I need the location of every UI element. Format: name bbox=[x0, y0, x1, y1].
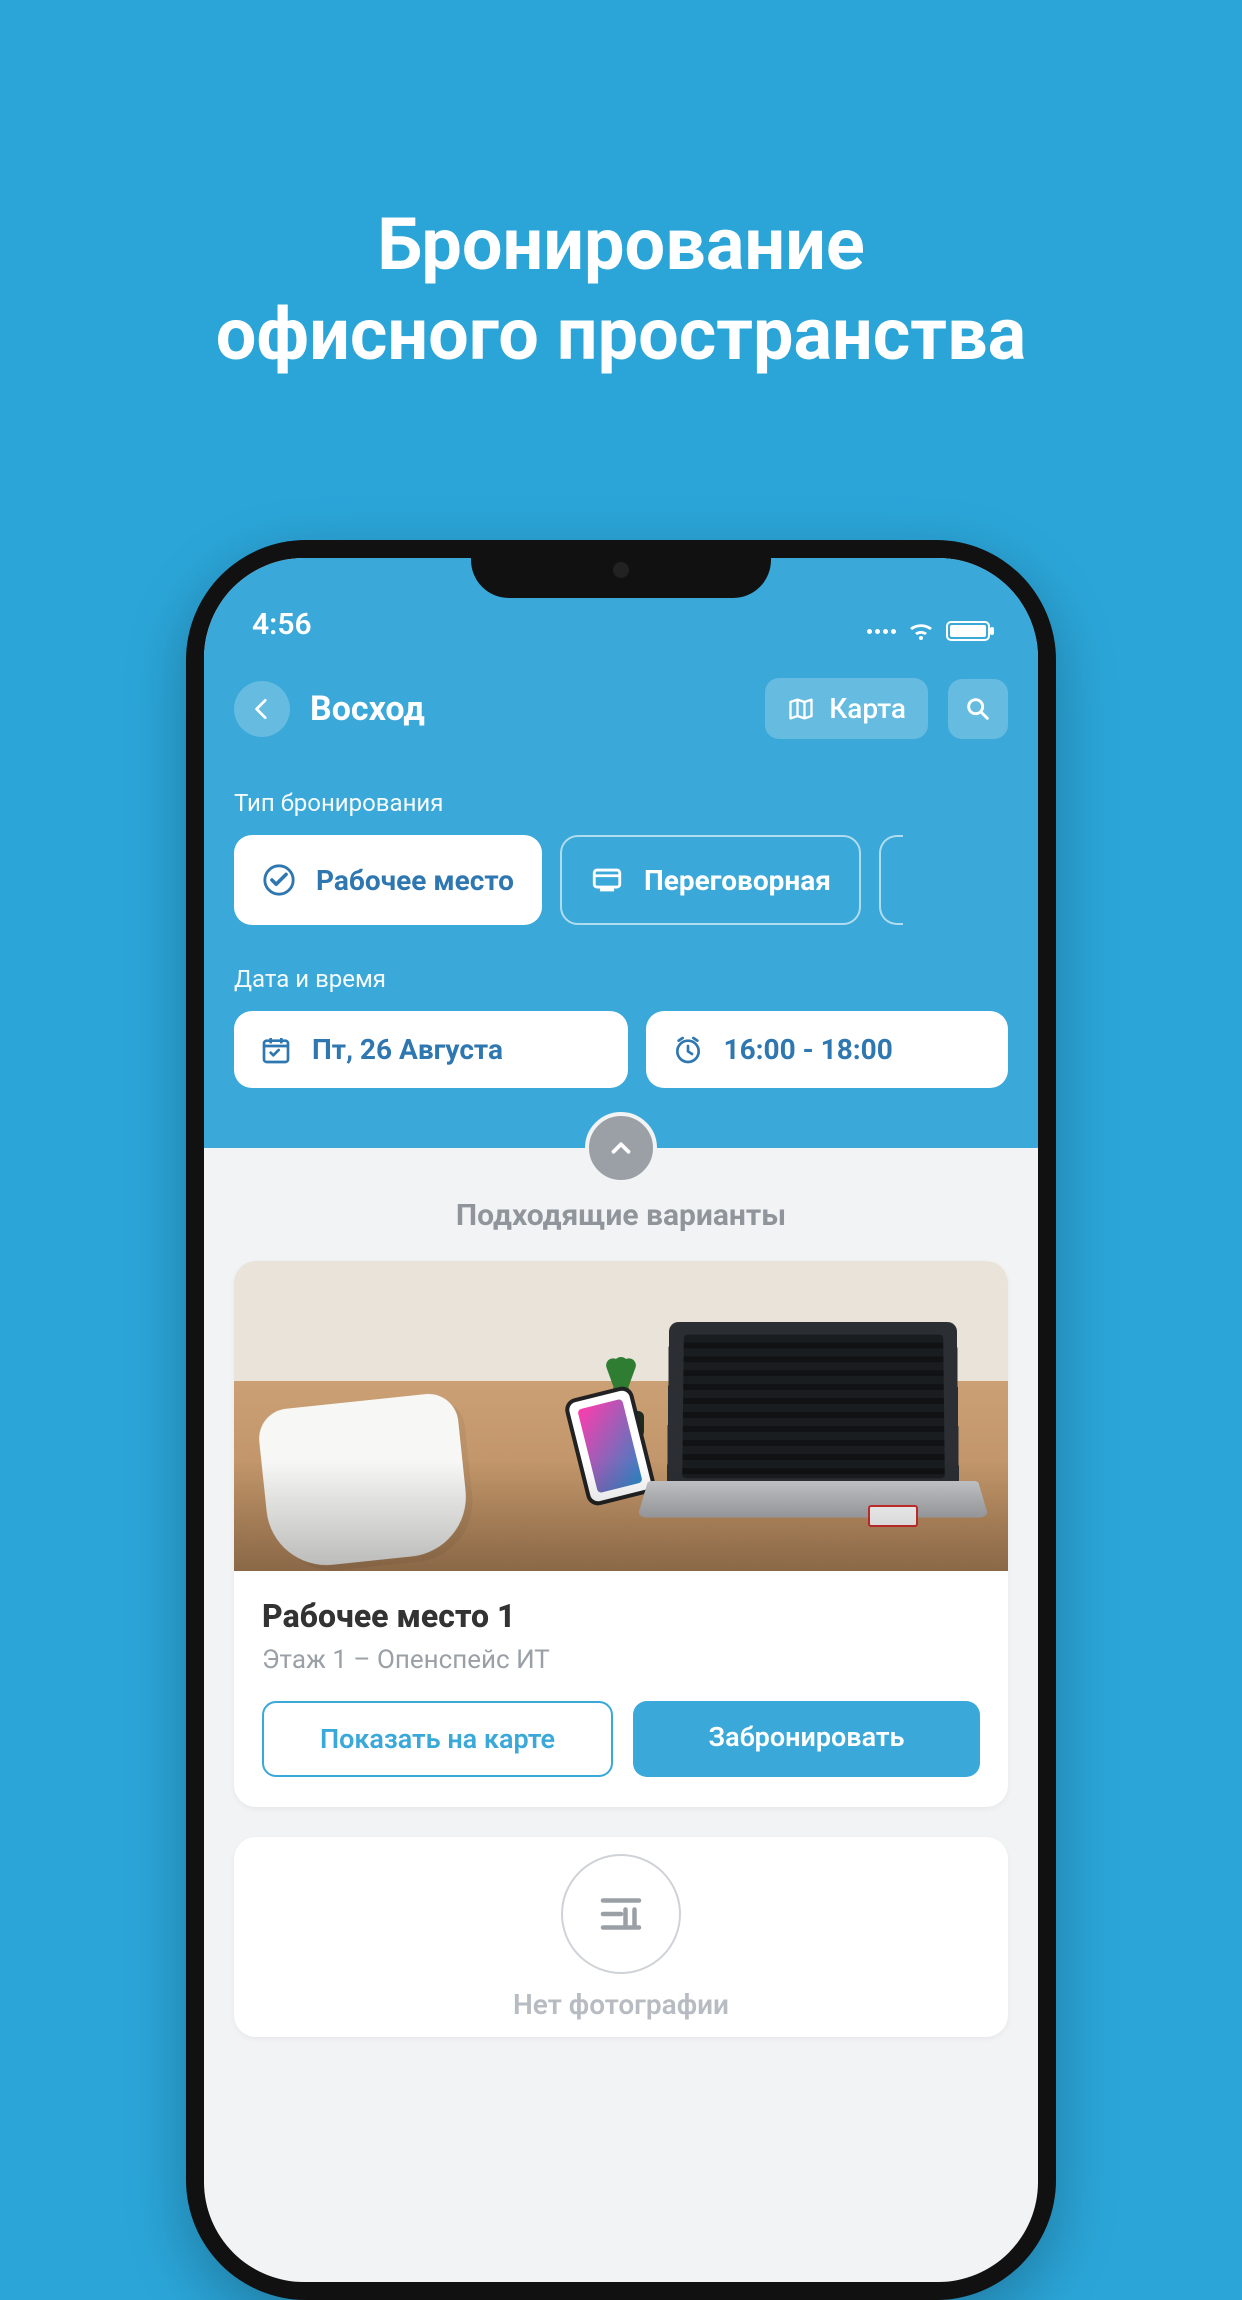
booking-type-meeting-room[interactable]: Переговорная bbox=[560, 835, 861, 925]
workspace-card-image bbox=[234, 1261, 1008, 1571]
workspace-card-placeholder[interactable]: Нет фотографии bbox=[234, 1837, 1008, 2037]
marketing-title-line2: офисного пространства bbox=[0, 290, 1242, 380]
marketing-title: Бронирование офисного пространства bbox=[0, 0, 1242, 380]
collapse-filters-button[interactable] bbox=[585, 1112, 657, 1184]
time-picker[interactable]: 16:00 - 18:00 bbox=[646, 1011, 1008, 1088]
calendar-check-icon bbox=[260, 1034, 292, 1066]
phone-notch bbox=[471, 540, 771, 598]
datetime-row: Пт, 26 Августа 16:00 - 18:00 bbox=[234, 1011, 1008, 1088]
marketing-title-line1: Бронирование bbox=[0, 200, 1242, 290]
search-button[interactable] bbox=[948, 679, 1008, 739]
results-area: Подходящие варианты Рабочее место 1 Этаж… bbox=[204, 1148, 1038, 2037]
booking-type-more[interactable] bbox=[879, 835, 903, 925]
map-button[interactable]: Карта bbox=[765, 678, 928, 739]
no-photo-icon bbox=[561, 1854, 681, 1974]
book-button[interactable]: Забронировать bbox=[633, 1701, 980, 1777]
workspace-card-zone: Опенспейс ИТ bbox=[377, 1645, 550, 1675]
booking-type-row: Рабочее место Переговорная bbox=[234, 835, 1008, 925]
status-icons bbox=[867, 620, 990, 642]
datetime-label: Дата и время bbox=[234, 965, 1008, 993]
booking-type-workplace[interactable]: Рабочее место bbox=[234, 835, 542, 925]
workspace-card-separator: – bbox=[347, 1645, 377, 1675]
map-icon bbox=[787, 695, 815, 723]
meeting-room-icon bbox=[590, 863, 624, 897]
back-button[interactable] bbox=[234, 681, 290, 737]
workspace-card-title: Рабочее место 1 bbox=[262, 1597, 980, 1635]
booking-type-workplace-label: Рабочее место bbox=[316, 864, 514, 897]
workspace-card[interactable]: Рабочее место 1 Этаж 1 – Опенспейс ИТ По… bbox=[234, 1261, 1008, 1807]
booking-type-meeting-room-label: Переговорная bbox=[644, 864, 831, 897]
cellular-icon bbox=[867, 629, 896, 634]
clock-icon bbox=[672, 1034, 704, 1066]
time-value: 16:00 - 18:00 bbox=[724, 1033, 893, 1066]
date-value: Пт, 26 Августа bbox=[312, 1033, 503, 1066]
filters-panel: 4:56 Восход Карта bbox=[204, 558, 1038, 1148]
phone-frame: 4:56 Восход Карта bbox=[186, 540, 1056, 2300]
status-time: 4:56 bbox=[252, 607, 312, 642]
app-screen: 4:56 Восход Карта bbox=[204, 558, 1038, 2282]
workspace-card-subtitle: Этаж 1 – Опенспейс ИТ bbox=[262, 1645, 980, 1675]
workspace-card-body: Рабочее место 1 Этаж 1 – Опенспейс ИТ По… bbox=[234, 1571, 1008, 1807]
chevron-up-icon bbox=[606, 1133, 636, 1163]
page-title: Восход bbox=[310, 689, 745, 729]
date-picker[interactable]: Пт, 26 Августа bbox=[234, 1011, 628, 1088]
search-icon bbox=[964, 695, 992, 723]
workspace-card-floor: Этаж 1 bbox=[262, 1645, 347, 1675]
placeholder-label: Нет фотографии bbox=[513, 1988, 729, 2021]
workspace-card-actions: Показать на карте Забронировать bbox=[262, 1701, 980, 1777]
show-on-map-button[interactable]: Показать на карте bbox=[262, 1701, 613, 1777]
placeholder-body: Нет фотографии bbox=[234, 1837, 1008, 2037]
results-label: Подходящие варианты bbox=[234, 1198, 1008, 1233]
arrow-left-icon bbox=[249, 696, 275, 722]
map-button-label: Карта bbox=[829, 692, 906, 725]
check-circle-icon bbox=[262, 863, 296, 897]
wifi-icon bbox=[906, 620, 936, 642]
battery-icon bbox=[946, 621, 990, 641]
booking-type-label: Тип бронирования bbox=[234, 789, 1008, 817]
header-row: Восход Карта bbox=[234, 648, 1008, 749]
